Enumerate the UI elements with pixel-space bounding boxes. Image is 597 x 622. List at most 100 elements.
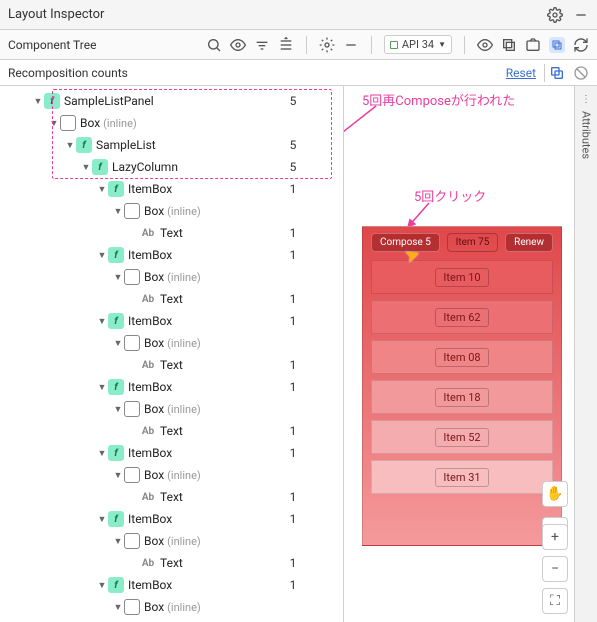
view-eye-icon[interactable] (477, 37, 493, 53)
compose-node-icon (92, 159, 108, 175)
tree-row-itembox[interactable]: ItemBox1 (0, 574, 343, 596)
attributes-rail[interactable]: ⋮ Attributes (575, 86, 597, 622)
tree-row-text[interactable]: Text1 (0, 618, 343, 622)
tree-row-text[interactable]: Text1 (0, 552, 343, 574)
expand-chevron-icon[interactable] (112, 272, 124, 283)
settings-icon[interactable] (319, 37, 335, 53)
skip-icon[interactable] (573, 65, 589, 81)
device-preview[interactable]: Compose 5 Item 75 Renew Item 10Item 62It… (362, 226, 562, 546)
snapshot-icon[interactable] (525, 37, 541, 53)
search-icon[interactable] (206, 37, 222, 53)
tree-row-box[interactable]: Box(inline) (0, 398, 343, 420)
tree-row-text[interactable]: Text1 (0, 486, 343, 508)
compose-node-icon (108, 247, 124, 263)
gear-icon[interactable] (547, 7, 563, 23)
tree-row-itembox[interactable]: ItemBox1 (0, 244, 343, 266)
expand-chevron-icon[interactable] (112, 404, 124, 415)
expand-chevron-icon[interactable] (96, 448, 108, 459)
compose-node-icon (108, 313, 124, 329)
expand-chevron-icon[interactable] (96, 316, 108, 327)
expand-chevron-icon[interactable] (112, 602, 124, 613)
device-list-item[interactable]: Item 62 (371, 300, 553, 334)
inline-tag: (inline) (103, 117, 137, 130)
renew-button[interactable]: Renew (505, 233, 553, 252)
expand-chevron-icon[interactable] (112, 206, 124, 217)
box-node-icon (124, 467, 140, 483)
recomposition-count: 1 (279, 226, 307, 240)
device-list-item[interactable]: Item 08 (371, 340, 553, 374)
tree-row-box[interactable]: Box(inline) (0, 530, 343, 552)
tree-row-lazycolumn[interactable]: LazyColumn5 (0, 156, 343, 178)
node-label: ItemBox (128, 314, 172, 328)
collapse-icon[interactable] (278, 37, 294, 53)
device-list-item[interactable]: Item 52 (371, 420, 553, 454)
recomposition-count: 1 (279, 490, 307, 504)
inline-tag: (inline) (167, 403, 201, 416)
node-label: ItemBox (128, 182, 172, 196)
node-label: Text (160, 358, 183, 372)
node-label: ItemBox (128, 248, 172, 262)
overlay-icon[interactable] (501, 37, 517, 53)
tree-row-samplelistpanel[interactable]: SampleListPanel5 (0, 90, 343, 112)
pan-icon[interactable]: ✋ (542, 481, 568, 507)
tree-row-itembox[interactable]: ItemBox1 (0, 508, 343, 530)
tree-row-text[interactable]: Text1 (0, 288, 343, 310)
expand-chevron-icon[interactable] (32, 96, 44, 107)
inline-tag: (inline) (167, 535, 201, 548)
tree-row-itembox[interactable]: ItemBox1 (0, 376, 343, 398)
expand-chevron-icon[interactable] (96, 514, 108, 525)
node-label: LazyColumn (112, 160, 178, 174)
component-tree[interactable]: SampleListPanel5Box(inline)SampleList5La… (0, 86, 343, 622)
box-node-icon (124, 533, 140, 549)
expand-chevron-icon[interactable] (96, 184, 108, 195)
expand-chevron-icon[interactable] (96, 382, 108, 393)
device-item-label: Item 10 (435, 268, 488, 287)
tree-row-box[interactable]: Box(inline) (0, 200, 343, 222)
zoom-fit-icon[interactable]: ⛶ (542, 588, 568, 614)
filter-icon[interactable] (254, 37, 270, 53)
expand-chevron-icon[interactable] (96, 250, 108, 261)
tree-row-box[interactable]: Box(inline) (0, 332, 343, 354)
expand-chevron-icon[interactable] (64, 140, 76, 151)
minimize-icon[interactable] (573, 7, 589, 23)
tree-row-itembox[interactable]: ItemBox1 (0, 310, 343, 332)
recomposition-count: 1 (279, 358, 307, 372)
device-list-item[interactable]: Item 10 (371, 260, 553, 294)
node-label: SampleListPanel (64, 94, 154, 108)
tree-row-box[interactable]: Box(inline) (0, 112, 343, 134)
recomposition-label: Recomposition counts (8, 66, 128, 80)
device-top-item[interactable]: Item 75 (447, 233, 499, 252)
expand-chevron-icon[interactable] (112, 470, 124, 481)
live-updates-icon[interactable] (549, 37, 565, 53)
eye-icon[interactable] (230, 37, 246, 53)
zoom-in-icon[interactable]: + (542, 524, 568, 550)
node-label: Box (144, 402, 164, 416)
expand-chevron-icon[interactable] (80, 162, 92, 173)
hide-panel-icon[interactable] (343, 37, 359, 53)
device-icon (390, 41, 398, 49)
tree-row-itembox[interactable]: ItemBox1 (0, 178, 343, 200)
expand-chevron-icon[interactable] (96, 580, 108, 591)
tree-row-box[interactable]: Box(inline) (0, 464, 343, 486)
tree-row-samplelist[interactable]: SampleList5 (0, 134, 343, 156)
tree-row-text[interactable]: Text 1 (0, 222, 343, 244)
copy-icon[interactable] (549, 65, 565, 81)
reset-link[interactable]: Reset (506, 66, 536, 80)
tree-row-text[interactable]: Text1 (0, 420, 343, 442)
refresh-icon[interactable] (573, 37, 589, 53)
device-list-item[interactable]: Item 31 (371, 460, 553, 494)
expand-chevron-icon[interactable] (48, 118, 60, 129)
api-label: API 34 (402, 38, 434, 51)
tree-row-box[interactable]: Box(inline) (0, 266, 343, 288)
tree-row-itembox[interactable]: ItemBox1 (0, 442, 343, 464)
expand-chevron-icon[interactable] (112, 338, 124, 349)
device-api-selector[interactable]: API 34 ▼ (384, 35, 452, 54)
text-node-icon (140, 423, 156, 439)
recomposition-count: 1 (279, 424, 307, 438)
tree-row-text[interactable]: Text 1 (0, 354, 343, 376)
node-label: Text (160, 226, 183, 240)
expand-chevron-icon[interactable] (112, 536, 124, 547)
device-list-item[interactable]: Item 18 (371, 380, 553, 414)
zoom-out-icon[interactable]: − (542, 556, 568, 582)
tree-row-box[interactable]: Box(inline) (0, 596, 343, 618)
